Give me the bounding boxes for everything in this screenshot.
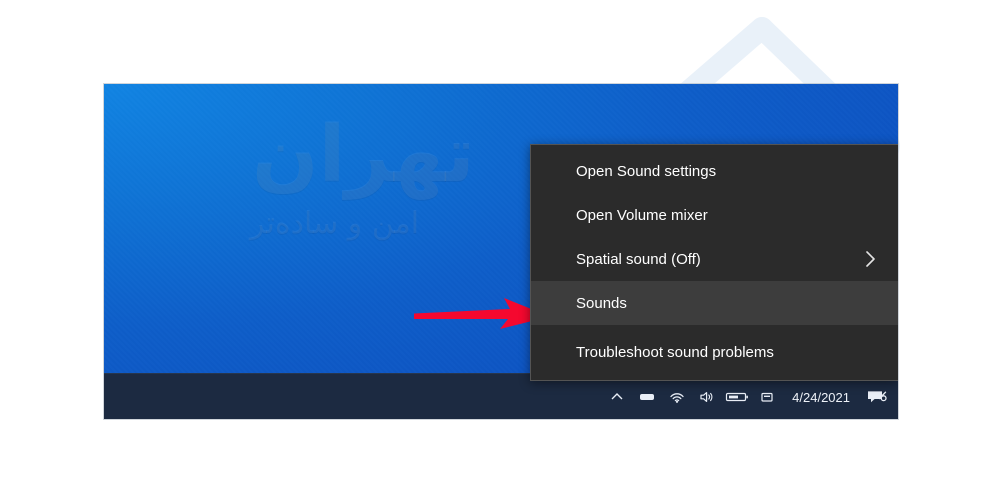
context-menu-item-open-sound-settings[interactable]: Open Sound settings bbox=[531, 149, 898, 193]
context-menu-item-sounds[interactable]: Sounds bbox=[531, 281, 898, 325]
context-menu-item-spatial-sound[interactable]: Spatial sound (Off) bbox=[531, 237, 898, 281]
chevron-right-icon bbox=[864, 250, 876, 268]
page-canvas: تهران امن و ساده‌تر bbox=[0, 0, 1000, 500]
context-menu-item-label: Open Sound settings bbox=[576, 162, 717, 180]
context-menu-item-label: Open Volume mixer bbox=[576, 206, 708, 224]
context-menu-item-label: Sounds bbox=[576, 294, 627, 312]
volume-context-menu: Open Sound settings Open Volume mixer Sp… bbox=[530, 144, 898, 381]
context-menu-item-troubleshoot-sound-problems[interactable]: Troubleshoot sound problems bbox=[531, 330, 898, 374]
watermark-text-main: تهران bbox=[252, 110, 475, 200]
context-menu-separator bbox=[531, 327, 898, 328]
context-menu-item-label: Spatial sound (Off) bbox=[576, 250, 701, 268]
context-menu-item-label: Troubleshoot sound problems bbox=[576, 343, 774, 361]
context-menu-item-open-volume-mixer[interactable]: Open Volume mixer bbox=[531, 193, 898, 237]
windows-screenshot: تهران امن و ساده‌تر bbox=[104, 84, 898, 419]
watermark-text-sub: امن و ساده‌تر bbox=[250, 206, 420, 241]
taskbar-clock-date[interactable]: 4/24/2021 bbox=[782, 391, 862, 404]
